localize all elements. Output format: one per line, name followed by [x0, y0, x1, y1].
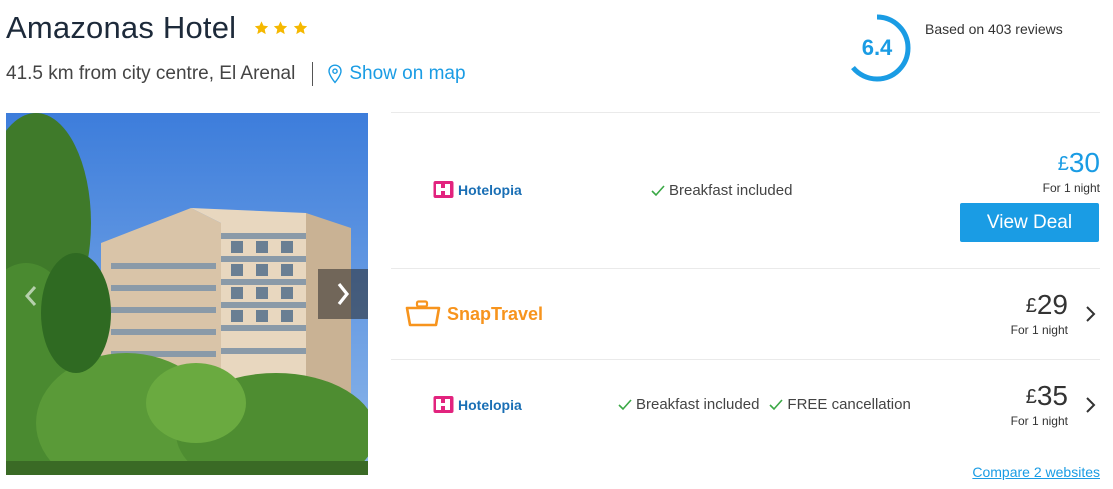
location-line: 41.5 km from city centre, El Arenal Show… — [6, 62, 466, 86]
deal-features: Breakfast included — [651, 182, 802, 199]
provider-logo-hotelopia[interactable]: Hotelopia — [433, 180, 522, 200]
feature-label: Breakfast included — [636, 396, 760, 413]
check-icon — [769, 398, 784, 410]
hotel-header: Amazonas Hotel — [6, 10, 307, 46]
check-icon — [651, 184, 665, 196]
divider — [312, 62, 314, 86]
hotel-name: Amazonas Hotel — [6, 10, 237, 45]
price-value[interactable]: £30 — [1043, 148, 1100, 179]
price-amount: 30 — [1068, 147, 1100, 178]
per-night-label: For 1 night — [1042, 181, 1100, 195]
reviews-count: Based on 403 reviews — [925, 21, 1063, 37]
hotel-image — [6, 113, 368, 475]
per-night-label: For 1 night — [1010, 414, 1068, 428]
star-icon — [273, 21, 288, 34]
star-icon — [293, 21, 307, 34]
snaptravel-logo-icon — [405, 300, 441, 327]
divider — [391, 112, 1100, 113]
currency-symbol: £ — [1025, 386, 1037, 408]
provider-logo-hotelopia[interactable]: Hotelopia — [433, 395, 522, 415]
deal-features: Breakfast included FREE cancellation — [618, 396, 921, 413]
chevron-right-icon — [337, 283, 350, 305]
hotel-photo[interactable] — [6, 113, 368, 475]
compare-websites-link[interactable]: Compare 2 websites — [972, 464, 1100, 480]
price-value[interactable]: £35 — [1011, 381, 1068, 412]
next-photo-button[interactable] — [318, 269, 368, 319]
deal-price[interactable]: £29 For 1 night — [1010, 290, 1068, 338]
per-night-label: For 1 night — [1010, 323, 1068, 337]
feature-free-cancellation: FREE cancellation — [769, 396, 911, 413]
show-on-map-link[interactable]: Show on map — [327, 63, 466, 85]
deal-price[interactable]: £35 For 1 night — [1010, 381, 1068, 429]
chevron-right-icon[interactable] — [1084, 395, 1098, 415]
hotelopia-logo-icon — [433, 396, 454, 413]
divider — [391, 268, 1100, 269]
feature-label: Breakfast included — [669, 182, 793, 199]
rating-score: 6.4 — [861, 35, 893, 60]
feature-label: FREE cancellation — [787, 396, 911, 413]
deal-price[interactable]: £30 For 1 night — [1042, 148, 1100, 196]
provider-name: Hotelopia — [458, 182, 522, 198]
currency-symbol: £ — [1057, 153, 1069, 175]
hotelopia-logo-icon — [433, 181, 454, 198]
divider — [391, 359, 1100, 360]
provider-logo-snaptravel[interactable]: SnapTravel — [404, 300, 543, 328]
check-icon — [618, 398, 632, 410]
distance-text: 41.5 km from city centre, El Arenal — [6, 63, 296, 84]
feature-breakfast: Breakfast included — [651, 182, 792, 199]
price-value[interactable]: £29 — [1011, 290, 1068, 321]
price-amount: 29 — [1036, 289, 1068, 320]
provider-name: Hotelopia — [458, 397, 522, 413]
currency-symbol: £ — [1025, 295, 1037, 317]
price-amount: 35 — [1036, 380, 1068, 411]
provider-name: SnapTravel — [447, 303, 544, 324]
view-deal-button[interactable]: View Deal — [960, 203, 1099, 242]
chevron-right-icon[interactable] — [1084, 304, 1098, 324]
rating-badge[interactable]: 6.4 — [841, 12, 913, 84]
map-pin-icon — [328, 64, 343, 84]
previous-photo-button[interactable] — [16, 271, 46, 321]
show-on-map-label[interactable]: Show on map — [349, 63, 465, 85]
star-rating — [253, 19, 307, 37]
star-icon — [254, 21, 268, 34]
chevron-left-icon — [24, 286, 37, 306]
feature-breakfast: Breakfast included — [618, 396, 759, 413]
